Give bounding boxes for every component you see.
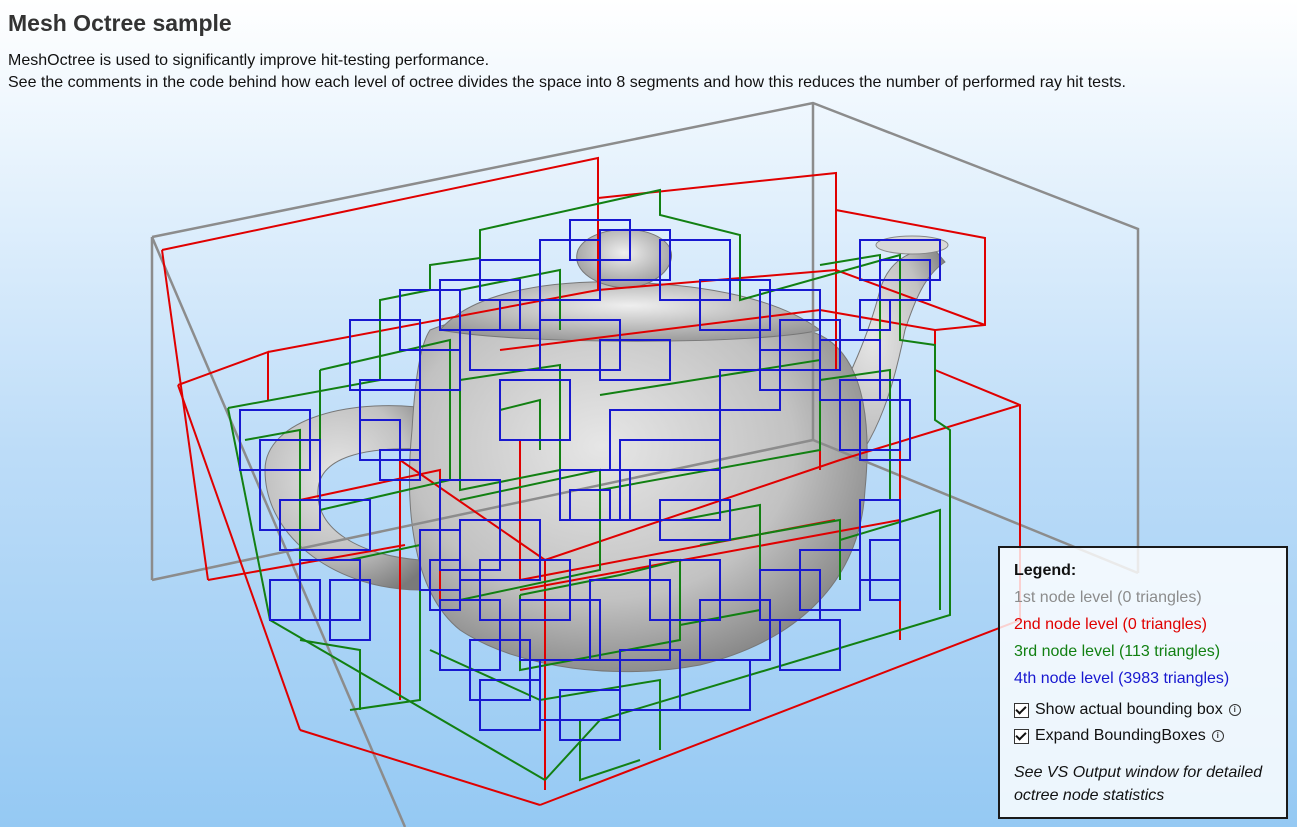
expand-bounding-boxes-option[interactable]: Expand BoundingBoxes i (1014, 723, 1286, 749)
expand-bounding-boxes-label: Expand BoundingBoxes (1035, 727, 1206, 744)
legend-level-2: 2nd node level (0 triangles) (1014, 616, 1208, 633)
output-window-note: See VS Output window for detailed octree… (1014, 764, 1263, 804)
show-actual-bounding-box-checkbox[interactable] (1014, 702, 1029, 718)
show-actual-bounding-box-option[interactable]: Show actual bounding box i (1014, 697, 1286, 723)
description-line-2: See the comments in the code behind how … (8, 74, 1126, 91)
info-icon[interactable]: i (1228, 704, 1241, 716)
description-line-1: MeshOctree is used to significantly impr… (8, 52, 490, 69)
legend-level-3: 3rd node level (113 triangles) (1014, 643, 1221, 660)
legend-level-1: 1st node level (0 triangles) (1014, 589, 1202, 606)
info-icon[interactable]: i (1211, 730, 1224, 742)
page-title: Mesh Octree sample (8, 10, 232, 36)
legend-title: Legend: (1014, 562, 1077, 579)
show-actual-bounding-box-label: Show actual bounding box (1035, 701, 1223, 718)
legend-panel: Legend: 1st node level (0 triangles) 2nd… (998, 546, 1288, 819)
legend-level-4: 4th node level (3983 triangles) (1014, 670, 1230, 687)
expand-bounding-boxes-checkbox[interactable] (1014, 728, 1029, 744)
